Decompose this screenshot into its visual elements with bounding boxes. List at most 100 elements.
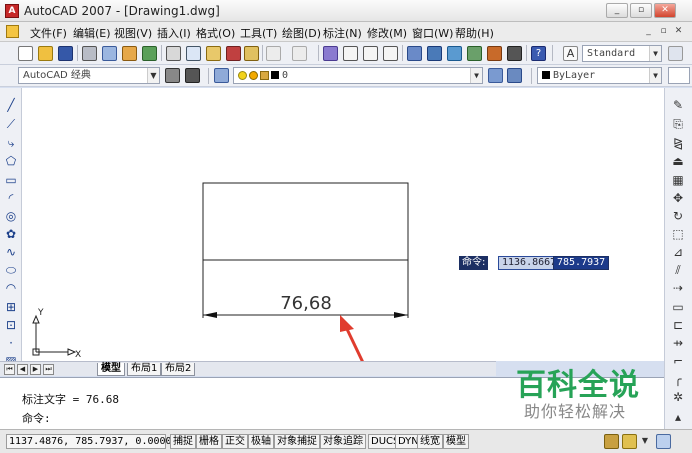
- scale-icon[interactable]: ⬚: [671, 227, 685, 241]
- menu-format[interactable]: 格式(O): [196, 25, 235, 41]
- join-icon[interactable]: ⇸: [671, 336, 685, 350]
- rectangle-shape[interactable]: [202, 182, 409, 261]
- ellipse-icon[interactable]: ⬭: [4, 263, 18, 277]
- make-current-layer-icon[interactable]: [488, 68, 503, 83]
- offset-icon[interactable]: ⏏: [671, 154, 685, 168]
- polygon-icon[interactable]: ⬠: [4, 154, 18, 168]
- new-icon[interactable]: [18, 46, 33, 61]
- menu-help[interactable]: 帮助(H): [455, 25, 494, 41]
- zoom-window-icon[interactable]: [363, 46, 378, 61]
- last-tab-icon[interactable]: ⏭: [43, 364, 54, 375]
- paste-icon[interactable]: [206, 46, 221, 61]
- block-editor-icon[interactable]: [244, 46, 259, 61]
- workspace-select[interactable]: AutoCAD 经典 ▼: [18, 67, 160, 84]
- first-tab-icon[interactable]: ⏮: [4, 364, 15, 375]
- menu-tools[interactable]: 工具(T): [240, 25, 277, 41]
- menu-view[interactable]: 视图(V): [114, 25, 152, 41]
- toolbar-lock-icon[interactable]: [622, 434, 637, 449]
- construction-line-icon[interactable]: ⟋: [4, 117, 18, 131]
- copy-object-icon[interactable]: ⎘: [671, 117, 685, 131]
- spline-icon[interactable]: ∿: [4, 245, 18, 259]
- model-toggle[interactable]: 模型: [443, 434, 469, 449]
- match-properties-icon[interactable]: [226, 46, 241, 61]
- chamfer-icon[interactable]: ⌐: [671, 354, 685, 368]
- move-icon[interactable]: ✥: [671, 191, 685, 205]
- status-menu-chevron-icon[interactable]: ▼: [640, 434, 650, 449]
- menu-file[interactable]: 文件(F): [30, 25, 67, 41]
- sheet-set-icon[interactable]: [467, 46, 482, 61]
- zoom-previous-icon[interactable]: [383, 46, 398, 61]
- save-icon[interactable]: [58, 46, 73, 61]
- tab-layout2[interactable]: 布局2: [161, 363, 196, 376]
- clean-screen-icon[interactable]: [656, 434, 671, 449]
- break-icon[interactable]: ⊏: [671, 318, 685, 332]
- stretch-icon[interactable]: ⊿: [671, 245, 685, 259]
- rectangle-icon[interactable]: ▭: [4, 173, 18, 187]
- explode-icon[interactable]: ✲: [671, 390, 685, 404]
- rotate-icon[interactable]: ↻: [671, 209, 685, 223]
- trim-icon[interactable]: ⫽: [671, 263, 685, 277]
- open-icon[interactable]: [38, 46, 53, 61]
- menu-dimension[interactable]: 标注(N): [323, 25, 362, 41]
- markup-icon[interactable]: [487, 46, 502, 61]
- arc-icon[interactable]: ◜: [4, 191, 18, 205]
- fillet-icon[interactable]: ╭: [671, 372, 685, 386]
- close-button[interactable]: ✕: [654, 3, 676, 18]
- undo-icon[interactable]: [266, 46, 281, 61]
- ortho-toggle[interactable]: 正交: [222, 434, 248, 449]
- line-icon[interactable]: ╱: [4, 98, 18, 112]
- menu-modify[interactable]: 修改(M): [367, 25, 407, 41]
- minimize-button[interactable]: _: [606, 3, 628, 18]
- linetype-control-select[interactable]: [668, 67, 690, 84]
- extend-icon[interactable]: ⇢: [671, 281, 685, 295]
- zoom-realtime-icon[interactable]: [343, 46, 358, 61]
- cut-icon[interactable]: [166, 46, 181, 61]
- polyline-icon[interactable]: ⤷: [4, 136, 18, 150]
- communication-center-icon[interactable]: [604, 434, 619, 449]
- break-at-point-icon[interactable]: ▭: [671, 300, 685, 314]
- mdi-restore-button[interactable]: ▫: [657, 25, 670, 38]
- design-center-icon[interactable]: [427, 46, 442, 61]
- make-block-icon[interactable]: ⊡: [4, 318, 18, 332]
- otrack-toggle[interactable]: 对象追踪: [320, 434, 366, 449]
- save-workspace-icon[interactable]: [185, 68, 200, 83]
- dynamic-input-x-field[interactable]: 1136.8667: [498, 256, 561, 270]
- erase-icon[interactable]: ✎: [671, 98, 685, 112]
- ellipse-arc-icon[interactable]: ◠: [4, 281, 18, 295]
- next-tab-icon[interactable]: ▶: [30, 364, 41, 375]
- circle-icon[interactable]: ◎: [4, 209, 18, 223]
- pan-icon[interactable]: [323, 46, 338, 61]
- layer-select[interactable]: 0 ▼: [233, 67, 483, 84]
- osnap-toggle[interactable]: 对象捕捉: [274, 434, 320, 449]
- insert-block-icon[interactable]: ⊞: [4, 300, 18, 314]
- text-style-select[interactable]: Standard ▼: [582, 45, 662, 62]
- tab-layout1[interactable]: 布局1: [127, 363, 162, 376]
- print-icon[interactable]: [82, 46, 97, 61]
- drawing-area[interactable]: 76,68 Y X: [22, 88, 664, 361]
- menu-window[interactable]: 窗口(W): [412, 25, 453, 41]
- command-prompt[interactable]: 命令:: [22, 410, 51, 426]
- calculator-icon[interactable]: [507, 46, 522, 61]
- layer-previous-icon[interactable]: [507, 68, 522, 83]
- tool-palettes-icon[interactable]: [447, 46, 462, 61]
- revision-cloud-icon[interactable]: ✿: [4, 227, 18, 241]
- mirror-icon[interactable]: ⧎: [671, 136, 685, 150]
- redo-icon[interactable]: [292, 46, 307, 61]
- point-icon[interactable]: ·: [4, 336, 18, 350]
- copy-icon[interactable]: [186, 46, 201, 61]
- prev-tab-icon[interactable]: ◀: [17, 364, 28, 375]
- tab-model[interactable]: 模型: [97, 363, 125, 376]
- color-control-select[interactable]: ByLayer ▼: [537, 67, 662, 84]
- publish-icon[interactable]: [122, 46, 137, 61]
- mdi-close-button[interactable]: ✕: [672, 25, 685, 38]
- plot-preview-icon[interactable]: [102, 46, 117, 61]
- coordinates-display[interactable]: 1137.4876, 785.7937, 0.0000: [6, 434, 172, 449]
- menu-insert[interactable]: 插入(I): [157, 25, 191, 41]
- workspace-settings-icon[interactable]: [165, 68, 180, 83]
- dimension-style-icon[interactable]: [668, 46, 683, 61]
- mdi-minimize-button[interactable]: _: [642, 25, 655, 38]
- layer-manager-icon[interactable]: [214, 68, 229, 83]
- help-icon[interactable]: ?: [531, 46, 546, 61]
- restore-button[interactable]: ▫: [630, 3, 652, 18]
- dimension-text[interactable]: 76,68: [280, 293, 332, 314]
